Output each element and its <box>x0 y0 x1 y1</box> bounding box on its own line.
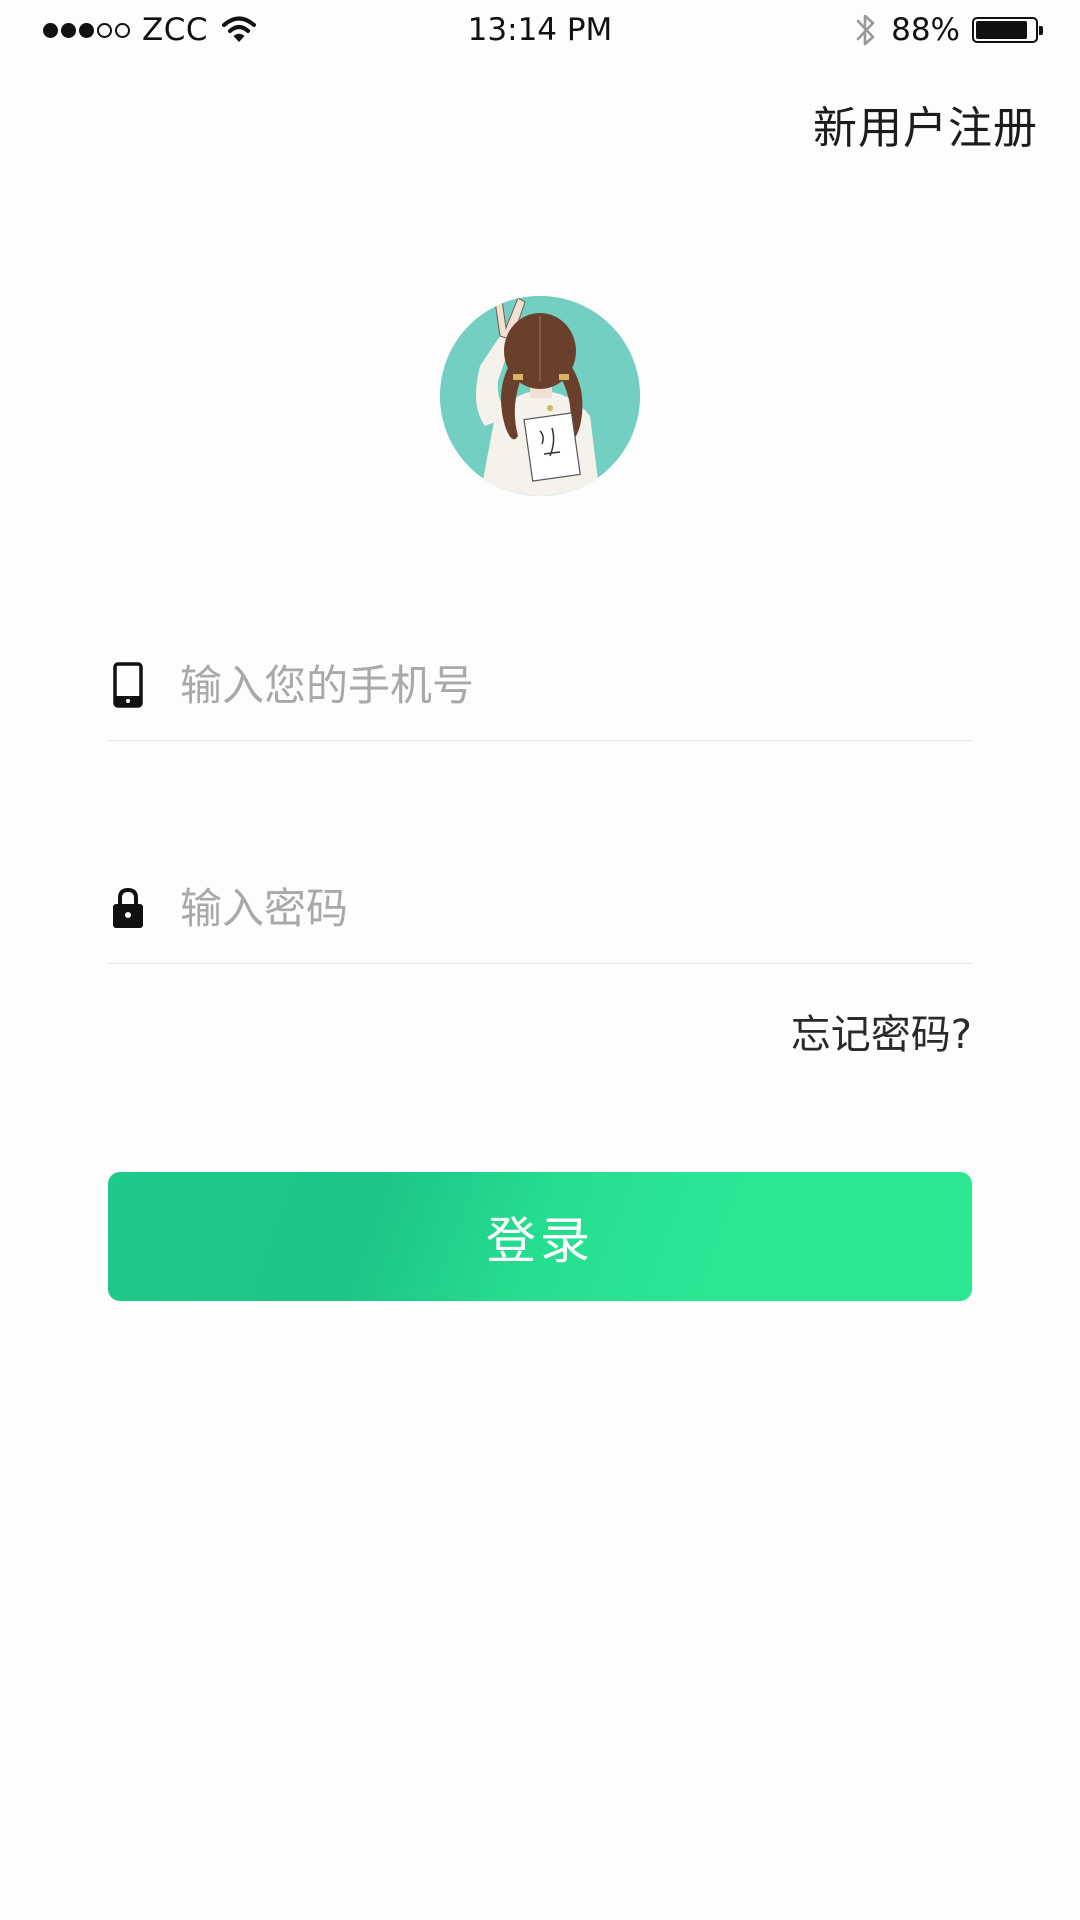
forgot-password-link[interactable]: 忘记密码? <box>791 1002 972 1060</box>
password-field-row <box>108 853 972 964</box>
battery-percent: 88% <box>891 12 960 48</box>
register-link[interactable]: 新用户注册 <box>813 92 1038 156</box>
battery-cap <box>1039 26 1043 35</box>
avatar-illustration-icon <box>440 296 640 496</box>
phone-icon <box>108 655 148 715</box>
login-screen: ZCC 13:14 PM 88% 新用户注册 输入您的手机号 忘记密码? 登录 <box>0 0 1080 1920</box>
lock-icon <box>108 878 148 938</box>
status-bar: ZCC 13:14 PM 88% <box>0 0 1080 60</box>
phone-input[interactable] <box>180 645 940 725</box>
avatar <box>440 296 640 496</box>
battery-icon <box>972 17 1043 43</box>
battery-level-fill <box>976 21 1028 39</box>
status-bar-right: 88% <box>855 10 1043 50</box>
password-input[interactable] <box>180 868 940 948</box>
login-button[interactable]: 登录 <box>108 1172 972 1301</box>
phone-field-row <box>108 630 972 741</box>
bluetooth-icon <box>855 11 877 49</box>
